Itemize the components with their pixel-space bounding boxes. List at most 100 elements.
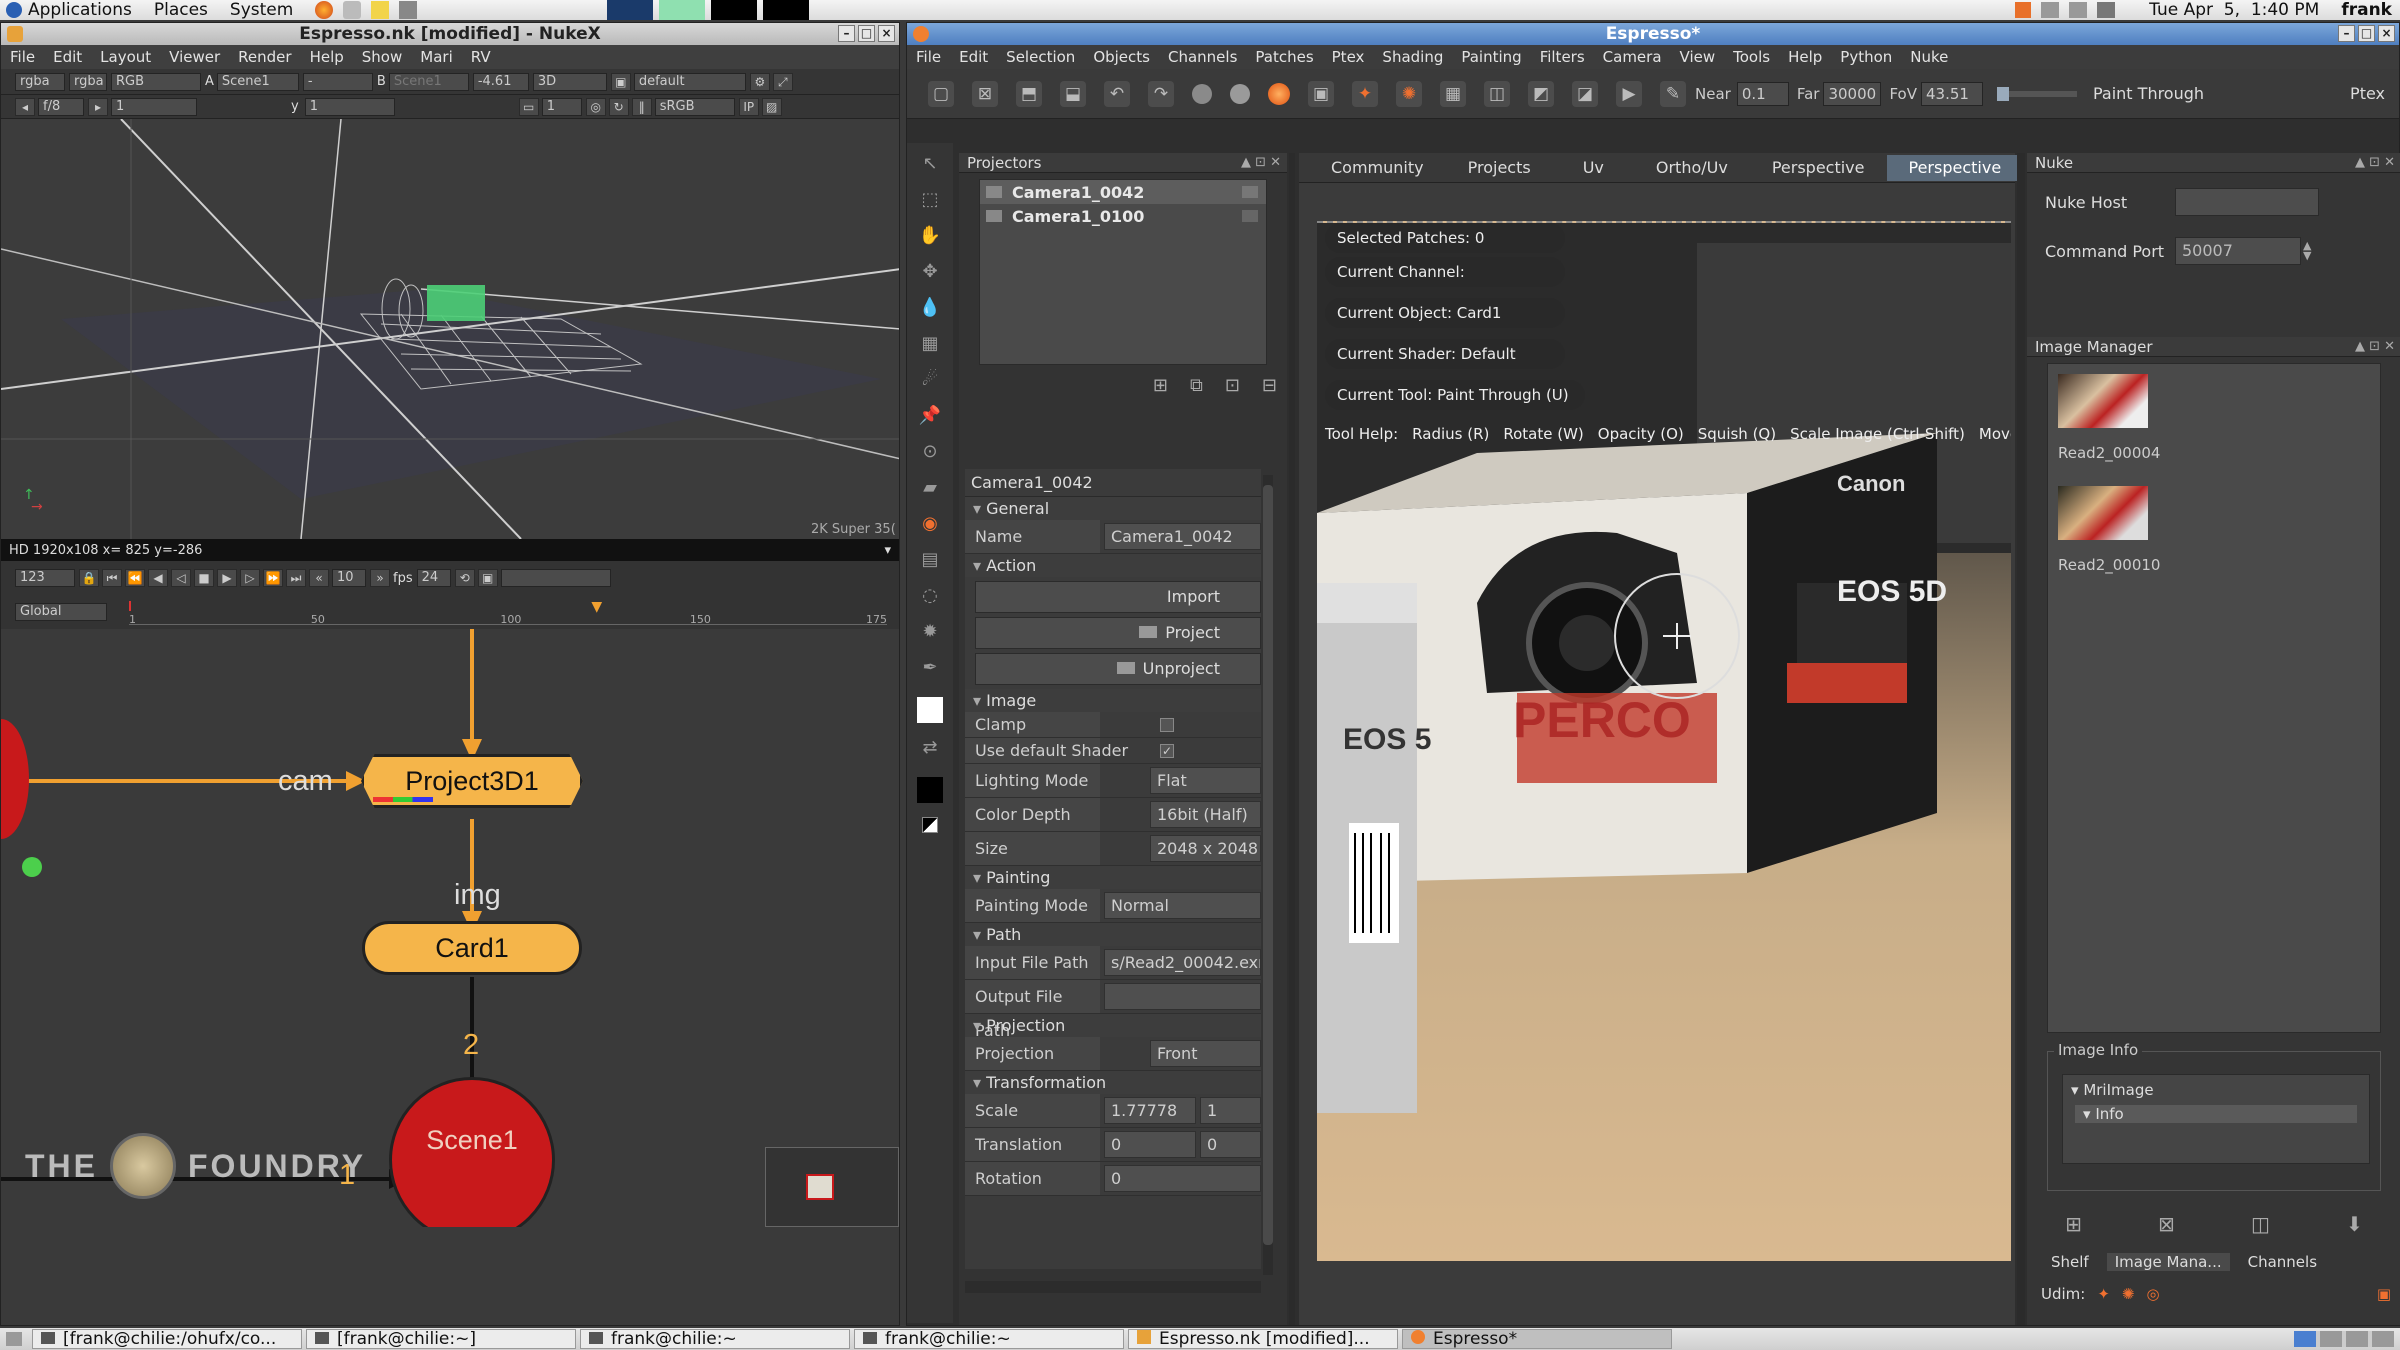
udim-target-icon[interactable]: ◎ — [2147, 1285, 2160, 1303]
stop-icon[interactable]: ■ — [194, 569, 214, 587]
minimap-viewport[interactable] — [806, 1174, 834, 1200]
in-marker[interactable] — [129, 601, 131, 611]
duplicate-projector-icon[interactable]: ⧉ — [1190, 375, 1203, 396]
menu-help[interactable]: Help — [310, 48, 344, 66]
remove-image-icon[interactable]: ⊠ — [2158, 1212, 2175, 1236]
y-field[interactable]: 1 — [304, 97, 395, 116]
properties-scrollbar[interactable] — [1263, 475, 1273, 1275]
roi-icon[interactable]: ▭ — [518, 97, 539, 116]
card-node[interactable]: Card1 — [362, 921, 582, 975]
task-terminal-3[interactable]: frank@chilie:~ — [580, 1329, 850, 1349]
loop-icon[interactable]: ⟲ — [454, 569, 475, 587]
redo-icon[interactable]: ↷ — [1148, 80, 1174, 107]
section-transformation[interactable]: Transformation — [965, 1071, 1261, 1094]
rotation-field[interactable]: 0 — [1104, 1165, 1261, 1192]
output-path-field[interactable] — [1104, 983, 1261, 1010]
skip-back-icon[interactable]: « — [309, 569, 329, 587]
menu-render[interactable]: Render — [238, 48, 291, 66]
menu-viewer[interactable]: Viewer — [169, 48, 220, 66]
default-shader-checkbox[interactable]: ✓ — [1160, 743, 1174, 758]
fstop-combo[interactable]: f/8 — [38, 97, 84, 116]
stripes-icon[interactable]: ▨ — [761, 97, 782, 116]
paint-through-label[interactable]: Paint Through — [2093, 84, 2204, 103]
wireframe-icon[interactable]: ▣ — [1308, 80, 1334, 107]
scale-x-field[interactable]: 1.77778 — [1104, 1097, 1196, 1124]
es-menu-tools[interactable]: Tools — [1733, 48, 1770, 66]
pin-tool-icon[interactable]: 📌 — [917, 405, 943, 431]
view-image-icon[interactable]: ◫ — [2251, 1212, 2270, 1236]
tab-channels[interactable]: Channels — [2238, 1253, 2327, 1271]
workspace-1[interactable] — [607, 0, 654, 20]
timeline-bar[interactable]: Global 1 50 100 150 175 ▼ — [1, 595, 899, 629]
clone-tool-icon[interactable]: ⊙ — [917, 441, 943, 467]
near-field[interactable]: 0.1 — [1736, 81, 1789, 106]
target-icon[interactable]: ◎ — [585, 97, 606, 116]
sphere-smooth-icon[interactable] — [1230, 83, 1250, 104]
section-general[interactable]: General — [965, 497, 1261, 520]
eraser-tool-icon[interactable]: ▰ — [917, 477, 943, 503]
section-projection[interactable]: Projection — [965, 1014, 1261, 1037]
blur-tool-icon[interactable]: ◌ — [917, 585, 943, 611]
fov-slider[interactable] — [1996, 86, 2077, 101]
arrow-right-icon[interactable]: ▸ — [88, 97, 108, 116]
paint-icon[interactable]: ✦ — [1352, 80, 1378, 107]
thumb-read2-00010[interactable]: Read2_00010 — [2058, 486, 2160, 576]
skip-forward-icon[interactable]: » — [370, 569, 390, 587]
es-menu-selection[interactable]: Selection — [1006, 48, 1075, 66]
status-chevron-icon[interactable]: ▾ — [884, 543, 891, 558]
play-icon[interactable]: ▶ — [217, 569, 237, 587]
sphere-flat-icon[interactable] — [1192, 83, 1212, 104]
espresso-minimize-button[interactable]: – — [2338, 25, 2355, 42]
es-menu-shading[interactable]: Shading — [1382, 48, 1443, 66]
layer-combo[interactable]: rgba — [69, 72, 107, 91]
tab-perspective-2[interactable]: Perspective — [1886, 154, 2024, 181]
fov-field[interactable]: 43.51 — [1920, 81, 1983, 106]
launcher-icon[interactable] — [343, 1, 362, 19]
painting-mode-combo[interactable]: Normal — [1104, 892, 1261, 919]
tab-projects[interactable]: Projects — [1446, 155, 1553, 181]
lut-icon[interactable]: ▣ — [610, 72, 631, 91]
tree-item-mriimage[interactable]: ▾ MriImage — [2063, 1075, 2369, 1099]
menu-layout[interactable]: Layout — [100, 48, 151, 66]
places-menu[interactable]: Places — [154, 0, 208, 20]
es-menu-help[interactable]: Help — [1788, 48, 1822, 66]
step-back-icon[interactable]: ◁ — [171, 569, 191, 587]
pause-icon[interactable]: ‖ — [631, 97, 652, 116]
lock-icon[interactable]: 🔒 — [79, 569, 99, 587]
tab-image-manager[interactable]: Image Mana... — [2106, 1253, 2230, 1271]
import-button[interactable]: Import — [975, 581, 1261, 613]
delete-projector-icon[interactable]: ⊟ — [1262, 375, 1277, 396]
image-manager-float-icon[interactable]: ▲ ⊡ ✕ — [2355, 337, 2395, 357]
es-menu-edit[interactable]: Edit — [959, 48, 988, 66]
foreground-color-swatch[interactable] — [917, 697, 943, 723]
reset-colors-icon[interactable] — [922, 817, 938, 833]
name-field[interactable]: Camera1_0042 — [1104, 523, 1261, 550]
es-menu-filters[interactable]: Filters — [1540, 48, 1585, 66]
grid-icon[interactable]: ▦ — [1440, 80, 1466, 107]
input-b-combo[interactable]: Scene1 — [388, 72, 469, 91]
udim-file-icon[interactable]: ▣ — [2377, 1285, 2391, 1303]
es-menu-objects[interactable]: Objects — [1093, 48, 1150, 66]
drop-tool-icon[interactable]: 💧 — [917, 297, 943, 323]
projector-visibility-icon[interactable] — [1242, 210, 1258, 222]
es-menu-camera[interactable]: Camera — [1603, 48, 1662, 66]
menu-rv[interactable]: RV — [471, 48, 491, 66]
increment-field[interactable]: 10 — [332, 569, 366, 587]
nuke-panel-float-icon[interactable]: ▲ ⊡ ✕ — [2355, 153, 2395, 173]
layer-icon[interactable]: ◪ — [1572, 80, 1598, 107]
input-path-field[interactable]: s/Read2_00042.exr — [1104, 949, 1261, 976]
colorspace-combo[interactable]: sRGB — [654, 97, 735, 116]
thumb-read2-00004[interactable]: Read2_00004 — [2058, 374, 2160, 464]
color-depth-combo[interactable]: 16bit (Half) — [1150, 801, 1261, 828]
ip-icon[interactable]: IP — [738, 97, 759, 116]
export-image-icon[interactable]: ⬇ — [2346, 1212, 2363, 1236]
notes-icon[interactable] — [371, 1, 390, 19]
sharpen-tool-icon[interactable]: ✹ — [917, 621, 943, 647]
section-painting[interactable]: Painting — [965, 866, 1261, 889]
task-nuke[interactable]: Espresso.nk [modified]... — [1128, 1329, 1398, 1349]
view-mode-combo[interactable]: 3D — [532, 72, 607, 91]
tab-uv[interactable]: Uv — [1553, 155, 1634, 181]
viewport-canvas[interactable]: Canon EOS 5D EOS 5 PERCO Selected Patche… — [1317, 221, 2011, 1261]
es-menu-view[interactable]: View — [1680, 48, 1716, 66]
menu-edit[interactable]: Edit — [53, 48, 82, 66]
